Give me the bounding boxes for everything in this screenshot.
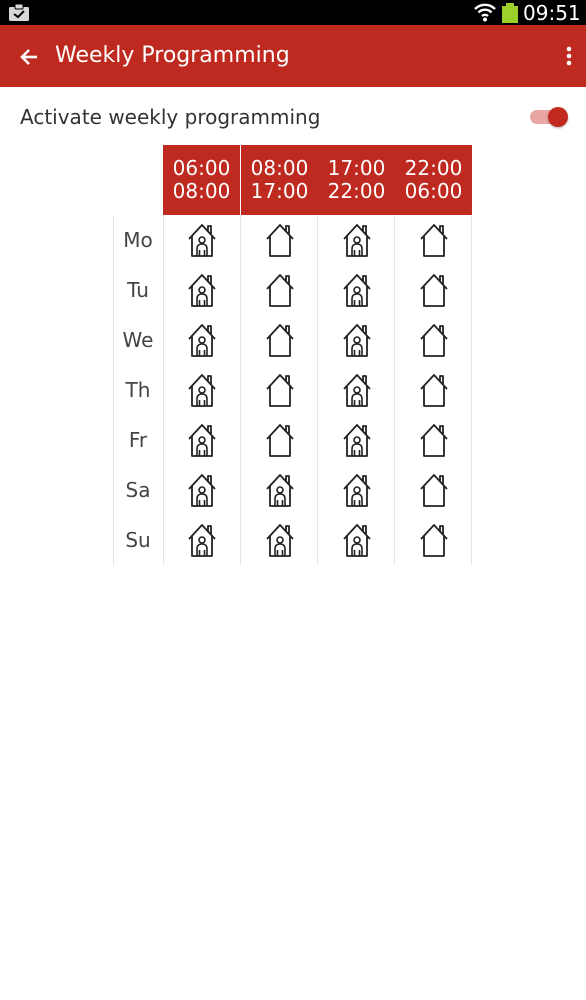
home-empty-icon [420, 524, 448, 557]
schedule-cell[interactable] [163, 365, 240, 415]
schedule-cell[interactable] [163, 515, 240, 565]
home-occupied-icon [266, 524, 294, 557]
slot-start-time: 17:00 [327, 156, 386, 180]
home-occupied-icon [188, 524, 216, 557]
status-bar: 09:51 [0, 0, 586, 25]
slot-end-time: 08:00 [172, 179, 231, 203]
home-empty-icon [420, 224, 448, 257]
slot-start-time: 06:00 [172, 156, 231, 180]
home-empty-icon [266, 374, 294, 407]
schedule-cell[interactable] [395, 265, 472, 315]
schedule-cell[interactable] [241, 415, 318, 465]
back-arrow-icon[interactable] [14, 42, 44, 72]
slot-end-time: 22:00 [327, 179, 386, 203]
home-occupied-icon [188, 374, 216, 407]
home-occupied-icon [188, 324, 216, 357]
schedule-cell[interactable] [241, 465, 318, 515]
toggle-thumb [548, 107, 568, 127]
schedule-cell[interactable] [318, 365, 395, 415]
schedule-cell[interactable] [318, 215, 395, 265]
home-occupied-icon [188, 474, 216, 507]
home-occupied-icon [343, 274, 371, 307]
weekly-schedule-grid: 06:00 08:00 08:00 17:00 17:00 22:00 22:0… [113, 145, 473, 565]
time-slot-header: 06:00 08:00 [163, 145, 240, 215]
weekly-programming-toggle[interactable] [528, 104, 572, 130]
day-label: Tu [127, 278, 149, 302]
status-time: 09:51 [523, 1, 581, 25]
page-title: Weekly Programming [55, 43, 290, 68]
schedule-cell[interactable] [241, 265, 318, 315]
schedule-cell[interactable] [241, 515, 318, 565]
home-occupied-icon [266, 474, 294, 507]
home-occupied-icon [343, 474, 371, 507]
home-occupied-icon [343, 324, 371, 357]
home-empty-icon [420, 424, 448, 457]
home-empty-icon [266, 424, 294, 457]
home-occupied-icon [188, 274, 216, 307]
home-empty-icon [420, 474, 448, 507]
wifi-icon [474, 3, 496, 22]
schedule-cell[interactable] [395, 315, 472, 365]
schedule-cell[interactable] [241, 315, 318, 365]
schedule-cell[interactable] [163, 315, 240, 365]
schedule-cell[interactable] [318, 265, 395, 315]
home-empty-icon [420, 374, 448, 407]
schedule-cell[interactable] [163, 465, 240, 515]
notification-clipboard-icon [9, 3, 29, 21]
weekly-programming-label: Activate weekly programming [20, 105, 321, 129]
home-empty-icon [420, 274, 448, 307]
home-occupied-icon [343, 424, 371, 457]
slot-start-time: 22:00 [404, 156, 463, 180]
home-occupied-icon [343, 374, 371, 407]
home-occupied-icon [188, 224, 216, 257]
overflow-menu-icon[interactable] [558, 42, 580, 72]
home-empty-icon [420, 324, 448, 357]
battery-icon [502, 3, 518, 23]
schedule-cell[interactable] [241, 365, 318, 415]
schedule-cell[interactable] [318, 415, 395, 465]
schedule-cell[interactable] [395, 365, 472, 415]
schedule-cell[interactable] [318, 465, 395, 515]
schedule-cell[interactable] [395, 515, 472, 565]
schedule-cell[interactable] [163, 215, 240, 265]
home-empty-icon [266, 274, 294, 307]
time-slot-header: 17:00 22:00 [318, 145, 395, 215]
day-label: We [122, 328, 154, 352]
slot-end-time: 17:00 [250, 179, 309, 203]
day-label: Su [125, 528, 151, 552]
home-occupied-icon [188, 424, 216, 457]
schedule-cell[interactable] [318, 315, 395, 365]
schedule-cell[interactable] [395, 415, 472, 465]
day-label: Th [125, 378, 151, 402]
time-slot-header: 08:00 17:00 [241, 145, 318, 215]
schedule-cell[interactable] [163, 265, 240, 315]
slot-end-time: 06:00 [404, 179, 463, 203]
schedule-cell[interactable] [241, 215, 318, 265]
time-slot-header: 22:00 06:00 [395, 145, 472, 215]
schedule-cell[interactable] [318, 515, 395, 565]
schedule-cell[interactable] [163, 415, 240, 465]
day-label: Sa [125, 478, 151, 502]
home-occupied-icon [343, 224, 371, 257]
home-empty-icon [266, 324, 294, 357]
schedule-cell[interactable] [395, 465, 472, 515]
app-bar: Weekly Programming [0, 25, 586, 87]
slot-start-time: 08:00 [250, 156, 309, 180]
schedule-cell[interactable] [395, 215, 472, 265]
home-occupied-icon [343, 524, 371, 557]
day-label: Mo [123, 228, 153, 252]
home-empty-icon [266, 224, 294, 257]
day-label: Fr [128, 428, 148, 452]
